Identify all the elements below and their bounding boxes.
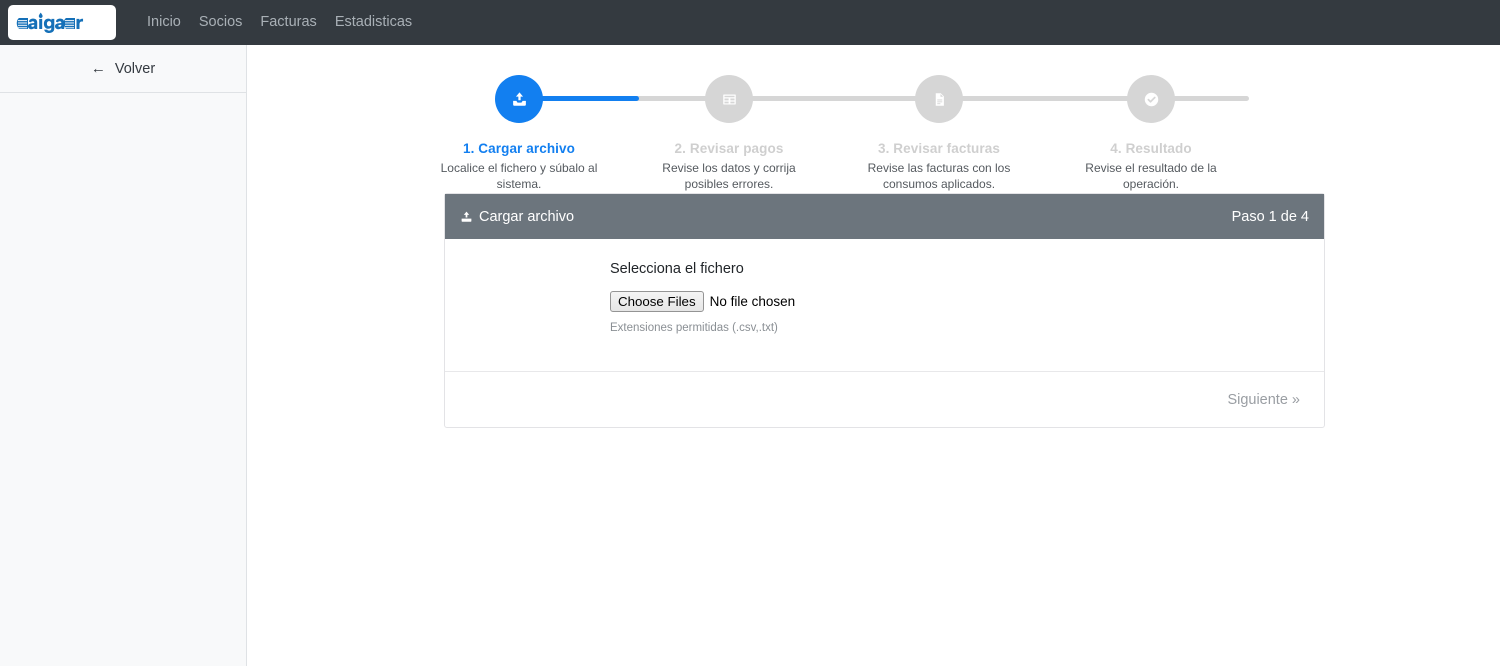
brand-logo-link[interactable] (8, 5, 116, 40)
card-footer: Siguiente » (445, 371, 1324, 427)
check-circle-icon (1143, 91, 1160, 108)
nav-link-estadisticas[interactable]: Estadisticas (326, 0, 421, 45)
nav-link-inicio[interactable]: Inicio (138, 0, 190, 45)
navbar-links: Inicio Socios Facturas Estadisticas (138, 0, 421, 45)
main-content: 1. Cargar archivo Localice el fichero y … (248, 45, 1500, 666)
step-2-title: 2. Revisar pagos (674, 141, 784, 156)
next-step-button[interactable]: Siguiente » (1221, 388, 1306, 412)
back-button-label: Volver (114, 60, 156, 77)
nav-link-socios[interactable]: Socios (190, 0, 252, 45)
step-4-description: Revise el resultado de la operación. (1085, 161, 1217, 191)
choose-files-button[interactable]: Choose Files (610, 291, 704, 312)
document-icon (932, 92, 947, 107)
step-2-description: Revise los datos y corrija posibles erro… (662, 161, 796, 191)
card-header-left: Cargar archivo (460, 209, 574, 225)
card-body: Selecciona el fichero Choose Files No fi… (445, 239, 1324, 371)
file-input-label: Selecciona el fichero (610, 261, 744, 277)
stepper-step-1[interactable]: 1. Cargar archivo Localice el fichero y … (414, 60, 624, 192)
card-header-title: Cargar archivo (479, 208, 575, 225)
step-1-title: 1. Cargar archivo (462, 141, 575, 156)
file-upload-field: Selecciona el fichero Choose Files No fi… (610, 261, 1306, 334)
top-navbar: Inicio Socios Facturas Estadisticas (0, 0, 1500, 45)
left-sidebar: ← Volver (0, 45, 247, 666)
selected-file-name: No file chosen (709, 294, 796, 309)
card-step-counter: Paso 1 de 4 (1231, 208, 1309, 225)
step-3-description: Revise las facturas con los consumos apl… (867, 161, 1011, 191)
step-1-circle[interactable] (495, 75, 543, 123)
back-button[interactable]: ← Volver (0, 45, 246, 93)
nav-link-facturas[interactable]: Facturas (251, 0, 325, 45)
upload-icon (511, 91, 528, 108)
stepper-step-4[interactable]: 4. Resultado Revise el resultado de la o… (1046, 60, 1256, 192)
wizard-stepper: 1. Cargar archivo Localice el fichero y … (441, 60, 1324, 192)
upload-icon (460, 210, 473, 224)
upload-card: Cargar archivo Paso 1 de 4 Selecciona el… (444, 193, 1325, 428)
step-1-description: Localice el fichero y súbalo al sistema. (440, 161, 598, 191)
step-3-circle[interactable] (915, 75, 963, 123)
step-4-circle[interactable] (1127, 75, 1175, 123)
allowed-extensions-hint: Extensiones permitidas (.csv,.txt) (610, 322, 778, 334)
stepper-step-3[interactable]: 3. Revisar facturas Revise las facturas … (834, 60, 1044, 192)
step-3-title: 3. Revisar facturas (878, 141, 1000, 156)
step-4-title: 4. Resultado (1110, 141, 1192, 156)
arrow-left-icon: ← (90, 60, 106, 77)
step-2-circle[interactable] (705, 75, 753, 123)
card-header: Cargar archivo Paso 1 de 4 (445, 194, 1324, 239)
table-grid-icon (722, 92, 737, 107)
stepper-step-2[interactable]: 2. Revisar pagos Revise los datos y corr… (624, 60, 834, 192)
aigar-logo-icon (16, 11, 108, 35)
file-input-row[interactable]: Choose Files No file chosen (610, 291, 1306, 312)
